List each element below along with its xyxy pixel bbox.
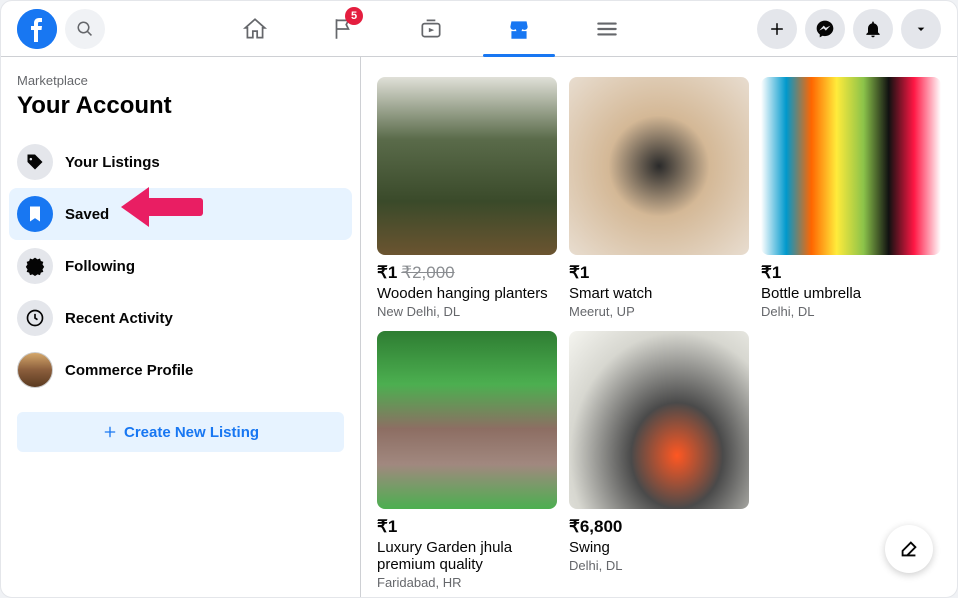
sidebar-item-label: Recent Activity	[65, 310, 173, 327]
notification-badge: 5	[345, 7, 363, 25]
listing-title: Wooden hanging planters	[377, 285, 557, 302]
sidebar-item-following[interactable]: Following	[9, 240, 352, 292]
sidebar-item-saved[interactable]: Saved	[9, 188, 352, 240]
messenger-button[interactable]	[805, 9, 845, 49]
listing-location: Meerut, UP	[569, 304, 749, 319]
breadcrumb: Marketplace	[17, 73, 344, 88]
listing-image	[569, 77, 749, 255]
listing-title: Smart watch	[569, 285, 749, 302]
marketplace-icon	[506, 16, 532, 42]
nav-pages[interactable]: 5	[303, 1, 383, 57]
plus-icon	[102, 424, 118, 440]
facebook-logo[interactable]	[17, 9, 57, 49]
listing-price: ₹1	[377, 517, 557, 537]
nav-menu[interactable]	[567, 1, 647, 57]
listing-price: ₹6,800	[569, 517, 749, 537]
listing-title: Luxury Garden jhula premium quality	[377, 539, 557, 573]
avatar	[17, 352, 53, 388]
create-button[interactable]	[757, 9, 797, 49]
listing-price: ₹1₹2,000	[377, 263, 557, 283]
listing-image	[569, 331, 749, 509]
create-listing-button[interactable]: Create New Listing	[17, 412, 344, 452]
main-content: ₹1₹2,000 Wooden hanging planters New Del…	[361, 57, 957, 597]
listing-image	[377, 331, 557, 509]
notifications-button[interactable]	[853, 9, 893, 49]
listing-location: Faridabad, HR	[377, 575, 557, 590]
sidebar-item-commerce-profile[interactable]: Commerce Profile	[9, 344, 352, 396]
sidebar-item-label: Your Listings	[65, 154, 160, 171]
check-badge-icon	[17, 248, 53, 284]
listing-price: ₹1	[761, 263, 941, 283]
listing-location: Delhi, DL	[569, 558, 749, 573]
clock-icon	[17, 300, 53, 336]
create-listing-label: Create New Listing	[124, 424, 259, 441]
listing-price: ₹1	[569, 263, 749, 283]
listing-card[interactable]: ₹1 Smart watch Meerut, UP	[569, 77, 749, 319]
top-bar: 5	[1, 1, 957, 57]
hamburger-icon	[594, 16, 620, 42]
compose-icon	[898, 538, 920, 560]
listing-image	[377, 77, 557, 255]
listing-card[interactable]: ₹1₹2,000 Wooden hanging planters New Del…	[377, 77, 557, 319]
sidebar-item-label: Saved	[65, 206, 109, 223]
listing-title: Bottle umbrella	[761, 285, 941, 302]
nav-marketplace[interactable]	[479, 1, 559, 57]
bookmark-icon	[17, 196, 53, 232]
listing-card[interactable]: ₹6,800 Swing Delhi, DL	[569, 331, 749, 590]
sidebar-item-recent-activity[interactable]: Recent Activity	[9, 292, 352, 344]
nav-watch[interactable]	[391, 1, 471, 57]
sidebar-item-your-listings[interactable]: Your Listings	[9, 136, 352, 188]
listing-image	[761, 77, 941, 255]
listing-card[interactable]: ₹1 Luxury Garden jhula premium quality F…	[377, 331, 557, 590]
page-title: Your Account	[17, 92, 344, 120]
listing-location: New Delhi, DL	[377, 304, 557, 319]
search-icon	[76, 20, 94, 38]
listing-title: Swing	[569, 539, 749, 556]
listing-location: Delhi, DL	[761, 304, 941, 319]
watch-icon	[418, 16, 444, 42]
tag-icon	[17, 144, 53, 180]
home-icon	[242, 16, 268, 42]
caret-down-icon	[913, 21, 929, 37]
sidebar: Marketplace Your Account Your Listings S…	[1, 57, 361, 597]
listing-card[interactable]: ₹1 Bottle umbrella Delhi, DL	[761, 77, 941, 319]
nav-home[interactable]	[215, 1, 295, 57]
messenger-icon	[815, 19, 835, 39]
account-button[interactable]	[901, 9, 941, 49]
sidebar-item-label: Following	[65, 258, 135, 275]
search-button[interactable]	[65, 9, 105, 49]
sidebar-item-label: Commerce Profile	[65, 362, 193, 379]
plus-icon	[768, 20, 786, 38]
compose-button[interactable]	[885, 525, 933, 573]
bell-icon	[863, 19, 883, 39]
